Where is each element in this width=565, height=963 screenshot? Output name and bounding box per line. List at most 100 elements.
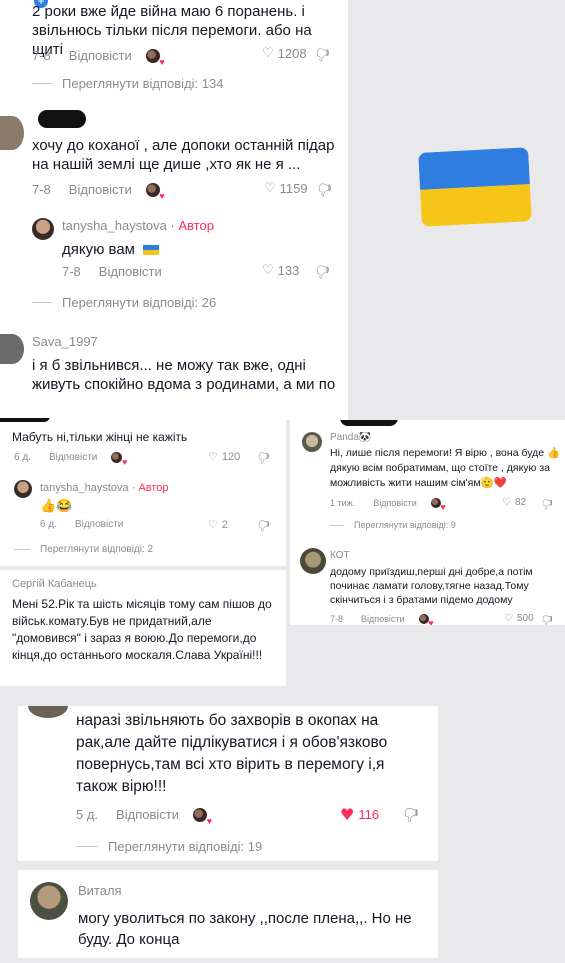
view-replies[interactable]: Переглянути відповіді: 26 bbox=[32, 295, 216, 310]
reply-button[interactable]: Відповісти bbox=[69, 182, 132, 197]
avatar[interactable] bbox=[0, 334, 24, 364]
creator-liked-avatar bbox=[418, 614, 434, 625]
like-button[interactable]: ♡ 2 bbox=[208, 518, 228, 531]
comment-date: 7-8 bbox=[32, 48, 51, 63]
heart-icon: ♡ bbox=[264, 181, 276, 196]
dislike-icon[interactable]: 🖓 bbox=[258, 449, 270, 470]
divider bbox=[330, 524, 344, 526]
comment-date: 5 д. bbox=[76, 807, 99, 822]
author-badge: · Автор bbox=[170, 218, 214, 233]
comment-text: Ні, лише після перемоги! Я вірю , вона б… bbox=[330, 447, 561, 490]
reply-button[interactable]: Відповісти bbox=[49, 452, 97, 463]
like-count: 500 bbox=[516, 613, 534, 624]
comment-meta: 7-8 Відповісти bbox=[330, 614, 434, 625]
like-button[interactable]: ♡ 1159 bbox=[264, 181, 308, 196]
reply-button[interactable]: Відповісти bbox=[373, 498, 417, 508]
comments-panel-top: + 2 роки вже йде війна маю 6 поранень. і… bbox=[0, 0, 348, 420]
like-count: 1208 bbox=[277, 46, 307, 61]
dislike-icon[interactable]: 🖓 bbox=[258, 517, 270, 538]
dislike-icon[interactable]: 🖓 bbox=[542, 612, 553, 625]
like-count: 2 bbox=[221, 518, 228, 531]
avatar[interactable] bbox=[30, 882, 68, 920]
comment-username: КОТ bbox=[330, 550, 350, 561]
comment-text: хочу до коханої , але допоки останній пі… bbox=[32, 137, 335, 174]
reply-username: tanysha_haystova · Автор bbox=[40, 482, 169, 494]
view-replies-label: Переглянути відповіді: 19 bbox=[108, 839, 263, 854]
dislike-icon[interactable]: 🖓 bbox=[404, 805, 418, 830]
reply-button[interactable]: Відповісти bbox=[116, 807, 179, 822]
comments-panel-left: Мабуть ні,тільки жінці не кажіть 6 д. Ві… bbox=[0, 418, 286, 566]
like-button[interactable]: ♥ 116 bbox=[340, 805, 379, 824]
reply-button[interactable]: Відповісти bbox=[361, 614, 405, 624]
comment-date: 7-8 bbox=[32, 182, 51, 197]
dislike-icon[interactable]: 🖓 bbox=[318, 180, 331, 204]
ukraine-flag-icon bbox=[418, 147, 532, 227]
heart-icon: ♥ bbox=[340, 805, 355, 824]
comments-panel-bottom: наразі звільняють бо захворів в окопах н… bbox=[18, 706, 438, 861]
comment-meta: 7-8 Відповісти bbox=[32, 182, 165, 201]
creator-liked-avatar bbox=[145, 182, 165, 201]
reply-button[interactable]: Відповісти bbox=[75, 519, 123, 530]
avatar[interactable] bbox=[14, 480, 32, 498]
comment-meta: 1 тиж. Відповісти bbox=[330, 498, 446, 512]
divider bbox=[32, 302, 52, 303]
view-replies-label: Переглянути відповіді: 134 bbox=[62, 76, 224, 91]
comment-meta: 6 д. Відповісти bbox=[40, 519, 123, 530]
like-button[interactable]: ♡ 500 bbox=[504, 613, 534, 624]
reply-username: tanysha_haystova · Автор bbox=[62, 218, 214, 233]
like-count: 82 bbox=[514, 497, 527, 508]
comments-panel-bottom-2: Виталя могу уволиться по закону ,,после … bbox=[18, 870, 438, 958]
heart-icon: ♡ bbox=[208, 518, 218, 531]
dislike-icon[interactable]: 🖓 bbox=[316, 262, 329, 286]
comment-text: і я б звільнився... не можу так вже, одн… bbox=[32, 357, 336, 394]
view-replies[interactable]: Переглянути відповіді: 2 bbox=[14, 544, 153, 555]
comment-text: Мабуть ні,тільки жінці не кажіть bbox=[12, 430, 188, 444]
creator-liked-avatar bbox=[192, 807, 212, 826]
comment-username: Сергій Кабанець bbox=[12, 578, 97, 590]
comment-meta: 5 д. Відповісти bbox=[76, 807, 212, 826]
avatar[interactable] bbox=[0, 116, 24, 150]
comment-username: Sava_1997 bbox=[32, 334, 98, 349]
like-count: 120 bbox=[221, 450, 241, 463]
comment-date: 7-8 bbox=[330, 614, 344, 624]
view-replies[interactable]: Переглянути відповіді: 134 bbox=[32, 76, 223, 91]
view-replies[interactable]: Переглянути відповіді: 19 bbox=[76, 839, 262, 854]
like-button[interactable]: ♡ 133 bbox=[262, 263, 299, 278]
creator-liked-avatar bbox=[430, 498, 446, 512]
like-count: 1159 bbox=[279, 181, 308, 196]
dislike-icon[interactable]: 🖓 bbox=[542, 496, 553, 515]
comment-date: 1 тиж. bbox=[330, 498, 356, 508]
comment-username: Panda🐼 bbox=[330, 432, 372, 443]
view-replies[interactable]: Переглянути відповіді: 9 bbox=[330, 520, 456, 530]
heart-icon: ♡ bbox=[262, 46, 274, 61]
view-replies-label: Переглянути відповіді: 26 bbox=[62, 295, 217, 310]
like-button[interactable]: ♡ 1208 bbox=[262, 46, 307, 61]
creator-liked-avatar bbox=[145, 48, 165, 67]
redacted-shape bbox=[340, 420, 398, 426]
comment-meta: 7-8 Відповісти bbox=[62, 264, 162, 279]
avatar[interactable] bbox=[32, 218, 54, 240]
comment-meta: 7-8 Відповісти bbox=[32, 48, 165, 67]
comment-text: Мені 52.Рік та шість місяців тому сам пі… bbox=[12, 597, 272, 663]
comment-username: Виталя bbox=[78, 883, 122, 898]
comment-date: 7-8 bbox=[62, 264, 81, 279]
view-replies-label: Переглянути відповіді: 2 bbox=[40, 544, 154, 555]
comments-panel-left-2: Сергій Кабанець Мені 52.Рік та шість міс… bbox=[0, 570, 286, 686]
like-button[interactable]: ♡ 82 bbox=[502, 497, 526, 508]
reply-button[interactable]: Відповісти bbox=[99, 264, 162, 279]
avatar[interactable] bbox=[28, 706, 68, 718]
reply-button[interactable]: Відповісти bbox=[69, 48, 132, 63]
reply-text: дякую вам bbox=[62, 240, 160, 259]
author-badge: · Автор bbox=[131, 482, 169, 494]
avatar[interactable] bbox=[300, 548, 326, 574]
comment-date: 6 д. bbox=[40, 519, 57, 530]
view-replies-label: Переглянути відповіді: 9 bbox=[354, 520, 456, 530]
reply-text: 👍😂 bbox=[40, 498, 73, 513]
dislike-icon[interactable]: 🖓 bbox=[316, 45, 329, 69]
comment-text: могу уволиться по закону ,,после плена,,… bbox=[78, 910, 412, 949]
redacted-username bbox=[38, 110, 86, 128]
heart-icon: ♡ bbox=[504, 613, 513, 624]
avatar[interactable] bbox=[302, 432, 322, 452]
divider bbox=[32, 83, 52, 84]
like-button[interactable]: ♡ 120 bbox=[208, 450, 240, 463]
